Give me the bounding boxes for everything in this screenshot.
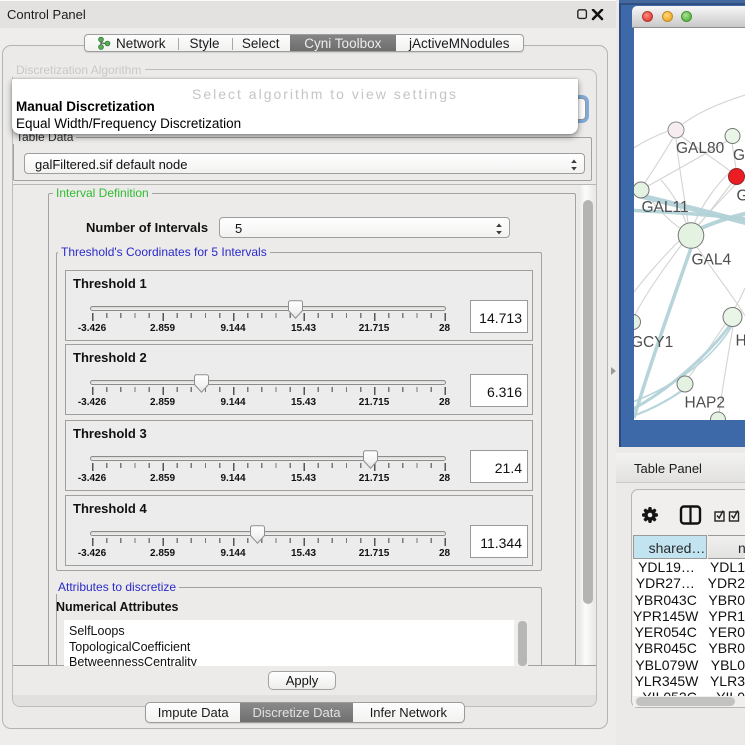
- svg-text:HAP2: HAP2: [685, 395, 726, 412]
- svg-text:G.: G.: [733, 147, 745, 164]
- svg-text:G: G: [737, 188, 745, 205]
- svg-text:GAL4: GAL4: [692, 252, 732, 269]
- svg-text:GAL80: GAL80: [676, 140, 725, 157]
- svg-text:GAL11: GAL11: [642, 199, 689, 216]
- svg-text:GCY1: GCY1: [634, 334, 673, 351]
- svg-text:H: H: [736, 333, 745, 350]
